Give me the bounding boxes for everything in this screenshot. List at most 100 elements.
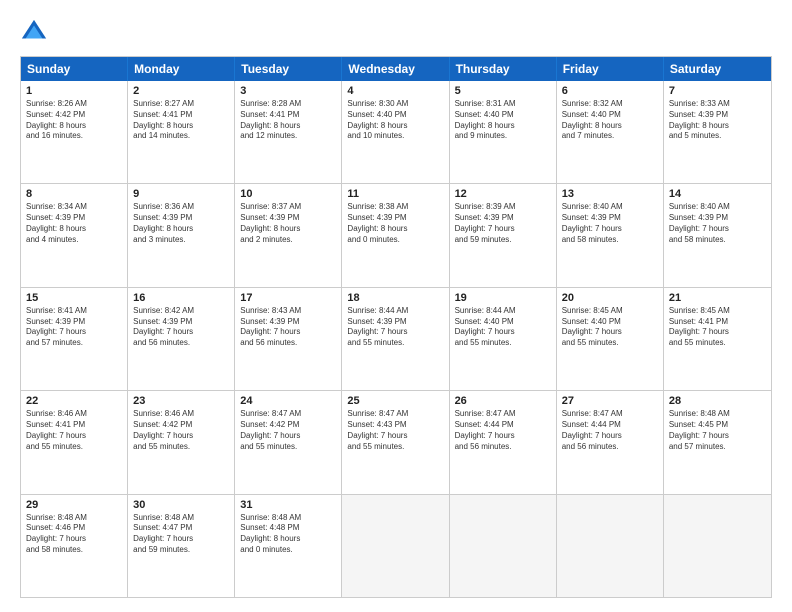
day-number: 9 bbox=[133, 188, 229, 200]
cell-info: Sunrise: 8:47 AM Sunset: 4:43 PM Dayligh… bbox=[347, 409, 443, 452]
calendar-cell bbox=[557, 495, 664, 597]
cell-info: Sunrise: 8:48 AM Sunset: 4:47 PM Dayligh… bbox=[133, 513, 229, 556]
cell-info: Sunrise: 8:30 AM Sunset: 4:40 PM Dayligh… bbox=[347, 99, 443, 142]
calendar-cell: 15 Sunrise: 8:41 AM Sunset: 4:39 PM Dayli… bbox=[21, 288, 128, 390]
header bbox=[20, 18, 772, 46]
day-number: 3 bbox=[240, 85, 336, 97]
calendar-cell: 17 Sunrise: 8:43 AM Sunset: 4:39 PM Dayli… bbox=[235, 288, 342, 390]
header-day-friday: Friday bbox=[557, 57, 664, 81]
calendar-cell: 20 Sunrise: 8:45 AM Sunset: 4:40 PM Dayli… bbox=[557, 288, 664, 390]
cell-info: Sunrise: 8:38 AM Sunset: 4:39 PM Dayligh… bbox=[347, 202, 443, 245]
cell-info: Sunrise: 8:32 AM Sunset: 4:40 PM Dayligh… bbox=[562, 99, 658, 142]
cell-info: Sunrise: 8:47 AM Sunset: 4:44 PM Dayligh… bbox=[455, 409, 551, 452]
day-number: 29 bbox=[26, 499, 122, 511]
day-number: 19 bbox=[455, 292, 551, 304]
calendar-cell: 2 Sunrise: 8:27 AM Sunset: 4:41 PM Daylig… bbox=[128, 81, 235, 183]
cell-info: Sunrise: 8:36 AM Sunset: 4:39 PM Dayligh… bbox=[133, 202, 229, 245]
day-number: 14 bbox=[669, 188, 766, 200]
day-number: 20 bbox=[562, 292, 658, 304]
calendar-cell: 26 Sunrise: 8:47 AM Sunset: 4:44 PM Dayli… bbox=[450, 391, 557, 493]
day-number: 26 bbox=[455, 395, 551, 407]
calendar-cell bbox=[664, 495, 771, 597]
day-number: 30 bbox=[133, 499, 229, 511]
calendar-cell: 8 Sunrise: 8:34 AM Sunset: 4:39 PM Daylig… bbox=[21, 184, 128, 286]
header-day-thursday: Thursday bbox=[450, 57, 557, 81]
calendar-cell: 23Sunrise: 8:46 AM Sunset: 4:42 PM Dayli… bbox=[128, 391, 235, 493]
day-number: 28 bbox=[669, 395, 766, 407]
calendar-cell: 24 Sunrise: 8:47 AM Sunset: 4:42 PM Dayli… bbox=[235, 391, 342, 493]
day-number: 17 bbox=[240, 292, 336, 304]
cell-info: Sunrise: 8:46 AM Sunset: 4:42 PM Dayligh… bbox=[133, 409, 229, 452]
cell-info: Sunrise: 8:41 AM Sunset: 4:39 PM Dayligh… bbox=[26, 306, 122, 349]
calendar-cell: 18Sunrise: 8:44 AM Sunset: 4:39 PM Dayli… bbox=[342, 288, 449, 390]
cell-info: Sunrise: 8:42 AM Sunset: 4:39 PM Dayligh… bbox=[133, 306, 229, 349]
header-day-saturday: Saturday bbox=[664, 57, 771, 81]
calendar-cell: 10 Sunrise: 8:37 AM Sunset: 4:39 PM Dayli… bbox=[235, 184, 342, 286]
calendar-cell: 27 Sunrise: 8:47 AM Sunset: 4:44 PM Dayli… bbox=[557, 391, 664, 493]
cell-info: Sunrise: 8:45 AM Sunset: 4:41 PM Dayligh… bbox=[669, 306, 766, 349]
calendar-cell: 30 Sunrise: 8:48 AM Sunset: 4:47 PM Dayli… bbox=[128, 495, 235, 597]
header-day-wednesday: Wednesday bbox=[342, 57, 449, 81]
day-number: 13 bbox=[562, 188, 658, 200]
calendar-row-4: 22Sunrise: 8:46 AM Sunset: 4:41 PM Dayli… bbox=[21, 390, 771, 493]
calendar: SundayMondayTuesdayWednesdayThursdayFrid… bbox=[20, 56, 772, 598]
calendar-cell: 28 Sunrise: 8:48 AM Sunset: 4:45 PM Dayli… bbox=[664, 391, 771, 493]
calendar-cell: 21Sunrise: 8:45 AM Sunset: 4:41 PM Dayli… bbox=[664, 288, 771, 390]
calendar-cell: 13 Sunrise: 8:40 AM Sunset: 4:39 PM Dayli… bbox=[557, 184, 664, 286]
cell-info: Sunrise: 8:28 AM Sunset: 4:41 PM Dayligh… bbox=[240, 99, 336, 142]
calendar-cell: 19 Sunrise: 8:44 AM Sunset: 4:40 PM Dayli… bbox=[450, 288, 557, 390]
calendar-row-3: 15 Sunrise: 8:41 AM Sunset: 4:39 PM Dayli… bbox=[21, 287, 771, 390]
page: SundayMondayTuesdayWednesdayThursdayFrid… bbox=[0, 0, 792, 612]
calendar-cell: 1 Sunrise: 8:26 AM Sunset: 4:42 PM Daylig… bbox=[21, 81, 128, 183]
calendar-cell: 7 Sunrise: 8:33 AM Sunset: 4:39 PM Daylig… bbox=[664, 81, 771, 183]
calendar-cell: 5Sunrise: 8:31 AM Sunset: 4:40 PM Daylig… bbox=[450, 81, 557, 183]
calendar-cell: 11Sunrise: 8:38 AM Sunset: 4:39 PM Dayli… bbox=[342, 184, 449, 286]
calendar-cell: 6 Sunrise: 8:32 AM Sunset: 4:40 PM Daylig… bbox=[557, 81, 664, 183]
cell-info: Sunrise: 8:33 AM Sunset: 4:39 PM Dayligh… bbox=[669, 99, 766, 142]
day-number: 31 bbox=[240, 499, 336, 511]
calendar-row-2: 8 Sunrise: 8:34 AM Sunset: 4:39 PM Daylig… bbox=[21, 183, 771, 286]
calendar-cell: 22Sunrise: 8:46 AM Sunset: 4:41 PM Dayli… bbox=[21, 391, 128, 493]
cell-info: Sunrise: 8:26 AM Sunset: 4:42 PM Dayligh… bbox=[26, 99, 122, 142]
cell-info: Sunrise: 8:47 AM Sunset: 4:42 PM Dayligh… bbox=[240, 409, 336, 452]
day-number: 24 bbox=[240, 395, 336, 407]
calendar-row-5: 29 Sunrise: 8:48 AM Sunset: 4:46 PM Dayli… bbox=[21, 494, 771, 597]
cell-info: Sunrise: 8:45 AM Sunset: 4:40 PM Dayligh… bbox=[562, 306, 658, 349]
cell-info: Sunrise: 8:48 AM Sunset: 4:45 PM Dayligh… bbox=[669, 409, 766, 452]
calendar-row-1: 1 Sunrise: 8:26 AM Sunset: 4:42 PM Daylig… bbox=[21, 81, 771, 183]
day-number: 4 bbox=[347, 85, 443, 97]
day-number: 15 bbox=[26, 292, 122, 304]
calendar-cell: 16Sunrise: 8:42 AM Sunset: 4:39 PM Dayli… bbox=[128, 288, 235, 390]
cell-info: Sunrise: 8:47 AM Sunset: 4:44 PM Dayligh… bbox=[562, 409, 658, 452]
cell-info: Sunrise: 8:34 AM Sunset: 4:39 PM Dayligh… bbox=[26, 202, 122, 245]
calendar-cell: 9 Sunrise: 8:36 AM Sunset: 4:39 PM Daylig… bbox=[128, 184, 235, 286]
cell-info: Sunrise: 8:37 AM Sunset: 4:39 PM Dayligh… bbox=[240, 202, 336, 245]
cell-info: Sunrise: 8:39 AM Sunset: 4:39 PM Dayligh… bbox=[455, 202, 551, 245]
calendar-header: SundayMondayTuesdayWednesdayThursdayFrid… bbox=[21, 57, 771, 81]
cell-info: Sunrise: 8:44 AM Sunset: 4:40 PM Dayligh… bbox=[455, 306, 551, 349]
day-number: 25 bbox=[347, 395, 443, 407]
calendar-cell bbox=[342, 495, 449, 597]
cell-info: Sunrise: 8:48 AM Sunset: 4:46 PM Dayligh… bbox=[26, 513, 122, 556]
calendar-cell: 29 Sunrise: 8:48 AM Sunset: 4:46 PM Dayli… bbox=[21, 495, 128, 597]
day-number: 27 bbox=[562, 395, 658, 407]
cell-info: Sunrise: 8:43 AM Sunset: 4:39 PM Dayligh… bbox=[240, 306, 336, 349]
day-number: 7 bbox=[669, 85, 766, 97]
cell-info: Sunrise: 8:27 AM Sunset: 4:41 PM Dayligh… bbox=[133, 99, 229, 142]
cell-info: Sunrise: 8:31 AM Sunset: 4:40 PM Dayligh… bbox=[455, 99, 551, 142]
day-number: 8 bbox=[26, 188, 122, 200]
cell-info: Sunrise: 8:48 AM Sunset: 4:48 PM Dayligh… bbox=[240, 513, 336, 556]
calendar-cell: 25 Sunrise: 8:47 AM Sunset: 4:43 PM Dayli… bbox=[342, 391, 449, 493]
calendar-cell: 4 Sunrise: 8:30 AM Sunset: 4:40 PM Daylig… bbox=[342, 81, 449, 183]
day-number: 10 bbox=[240, 188, 336, 200]
day-number: 2 bbox=[133, 85, 229, 97]
calendar-cell: 31 Sunrise: 8:48 AM Sunset: 4:48 PM Dayli… bbox=[235, 495, 342, 597]
day-number: 12 bbox=[455, 188, 551, 200]
cell-info: Sunrise: 8:44 AM Sunset: 4:39 PM Dayligh… bbox=[347, 306, 443, 349]
calendar-cell: 14 Sunrise: 8:40 AM Sunset: 4:39 PM Dayli… bbox=[664, 184, 771, 286]
calendar-cell bbox=[450, 495, 557, 597]
cell-info: Sunrise: 8:40 AM Sunset: 4:39 PM Dayligh… bbox=[562, 202, 658, 245]
day-number: 1 bbox=[26, 85, 122, 97]
cell-info: Sunrise: 8:40 AM Sunset: 4:39 PM Dayligh… bbox=[669, 202, 766, 245]
day-number: 6 bbox=[562, 85, 658, 97]
